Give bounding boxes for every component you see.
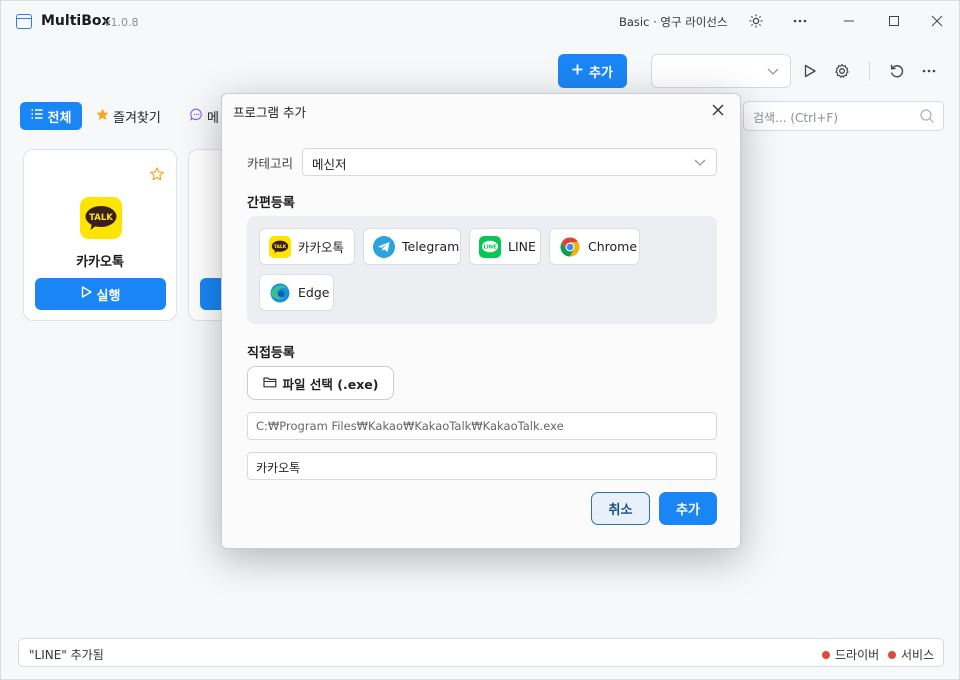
minimize-icon[interactable] — [839, 11, 859, 31]
close-icon[interactable] — [708, 100, 728, 120]
toolbar-divider — [869, 61, 870, 81]
driver-status: 드라이버 — [822, 646, 879, 663]
tab-all-label: 전체 — [47, 110, 72, 126]
run-all-icon[interactable] — [798, 59, 822, 83]
program-name-field[interactable]: 카카오톡 — [247, 452, 717, 480]
line-logo-text: LINE — [483, 244, 497, 250]
license-label[interactable]: Basic · 영구 라이선스 — [619, 14, 728, 30]
card-program-name: 카카오톡 — [76, 255, 124, 270]
service-status: 서비스 — [888, 646, 934, 663]
select-file-button[interactable]: 파일 선택 (.exe) — [247, 366, 394, 400]
quick-add-chrome[interactable]: Chrome — [549, 228, 640, 265]
close-window-icon[interactable] — [927, 11, 947, 31]
theme-toggle-icon[interactable] — [746, 11, 766, 31]
status-bar: "LINE" 추가됨 드라이버 서비스 — [18, 638, 944, 667]
quick-add-label: 카카오톡 — [298, 240, 345, 255]
chat-bubble-icon — [190, 108, 203, 125]
refresh-icon[interactable] — [885, 59, 909, 83]
quick-add-telegram[interactable]: Telegram — [363, 228, 461, 265]
quick-add-label: LINE — [508, 239, 536, 254]
kakaotalk-logo-text: TALK — [274, 244, 287, 250]
tab-all[interactable]: 전체 — [20, 102, 82, 130]
program-card[interactable]: TALK 카카오톡 실행 — [23, 149, 177, 321]
quick-register-panel: TALK 카카오톡 Telegram LINE LINE Chrome Edge — [247, 216, 717, 324]
category-select[interactable]: 메신저 — [302, 148, 717, 176]
manual-register-title: 직접등록 — [247, 346, 295, 361]
kakaotalk-icon: TALK — [80, 197, 122, 239]
search-icon — [919, 108, 935, 127]
list-icon — [31, 108, 43, 124]
chevron-down-icon — [693, 155, 707, 172]
edge-icon — [269, 282, 291, 304]
search-input[interactable]: 검색... (Ctrl+F) — [743, 101, 944, 131]
executable-path-field[interactable]: C:₩Program Files₩Kakao₩KakaoTalk₩KakaoTa… — [247, 412, 717, 440]
kakaotalk-logo-text: TALK — [89, 213, 113, 223]
select-file-label: 파일 선택 (.exe) — [282, 376, 379, 392]
line-icon: LINE — [479, 235, 501, 258]
tab-messenger-label: 메 — [207, 111, 219, 126]
confirm-add-button[interactable]: 추가 — [659, 492, 717, 525]
service-status-label: 서비스 — [901, 648, 935, 662]
chevron-down-icon — [766, 64, 780, 82]
quick-add-line[interactable]: LINE LINE — [469, 228, 541, 265]
folder-icon — [262, 376, 277, 391]
favorite-star-icon[interactable] — [150, 167, 164, 185]
quick-add-label: Edge — [298, 285, 330, 300]
app-window: MultiBox v1.0.8 Basic · 영구 라이선스 추가 전체 즐겨… — [0, 0, 960, 680]
add-program-dialog: 프로그램 추가 카테고리 메신저 간편등록 TALK 카카오톡 Telegram… — [221, 93, 741, 549]
dialog-title: 프로그램 추가 — [233, 105, 306, 120]
driver-status-label: 드라이버 — [835, 648, 880, 662]
quick-register-title: 간편등록 — [247, 196, 295, 211]
toolbar-more-icon[interactable] — [917, 59, 941, 83]
tab-favorites[interactable]: 즐겨찾기 — [96, 107, 161, 126]
search-placeholder: 검색... (Ctrl+F) — [753, 111, 839, 125]
app-version: v1.0.8 — [104, 16, 139, 29]
profile-select[interactable] — [651, 54, 791, 88]
cancel-button[interactable]: 취소 — [591, 492, 650, 525]
quick-add-label: Telegram — [402, 239, 460, 254]
kakaotalk-icon: TALK — [269, 235, 291, 258]
plus-icon — [572, 64, 583, 79]
app-window-icon — [16, 14, 32, 29]
quick-add-edge[interactable]: Edge — [259, 274, 334, 311]
star-icon — [96, 108, 109, 125]
tab-messenger[interactable]: 메 — [190, 107, 219, 126]
tab-favorites-label: 즐겨찾기 — [113, 111, 161, 126]
status-message: "LINE" 추가됨 — [29, 648, 104, 662]
add-program-button[interactable]: 추가 — [558, 54, 627, 88]
category-label: 카테고리 — [247, 156, 294, 171]
run-button-label: 실행 — [96, 288, 121, 304]
chrome-icon — [559, 236, 581, 258]
app-name: MultiBox — [41, 13, 111, 29]
more-menu-icon[interactable] — [790, 11, 810, 31]
gear-icon[interactable] — [830, 59, 854, 83]
title-bar: MultiBox v1.0.8 Basic · 영구 라이선스 — [1, 1, 959, 43]
telegram-icon — [373, 235, 395, 258]
play-icon — [81, 286, 92, 302]
add-program-label: 추가 — [589, 65, 613, 81]
category-value: 메신저 — [312, 157, 347, 172]
quick-add-kakaotalk[interactable]: TALK 카카오톡 — [259, 228, 355, 265]
status-dot — [822, 650, 830, 659]
run-button[interactable]: 실행 — [35, 278, 166, 310]
maximize-icon[interactable] — [884, 11, 904, 31]
status-dot — [888, 650, 896, 659]
quick-add-label: Chrome — [588, 239, 638, 254]
